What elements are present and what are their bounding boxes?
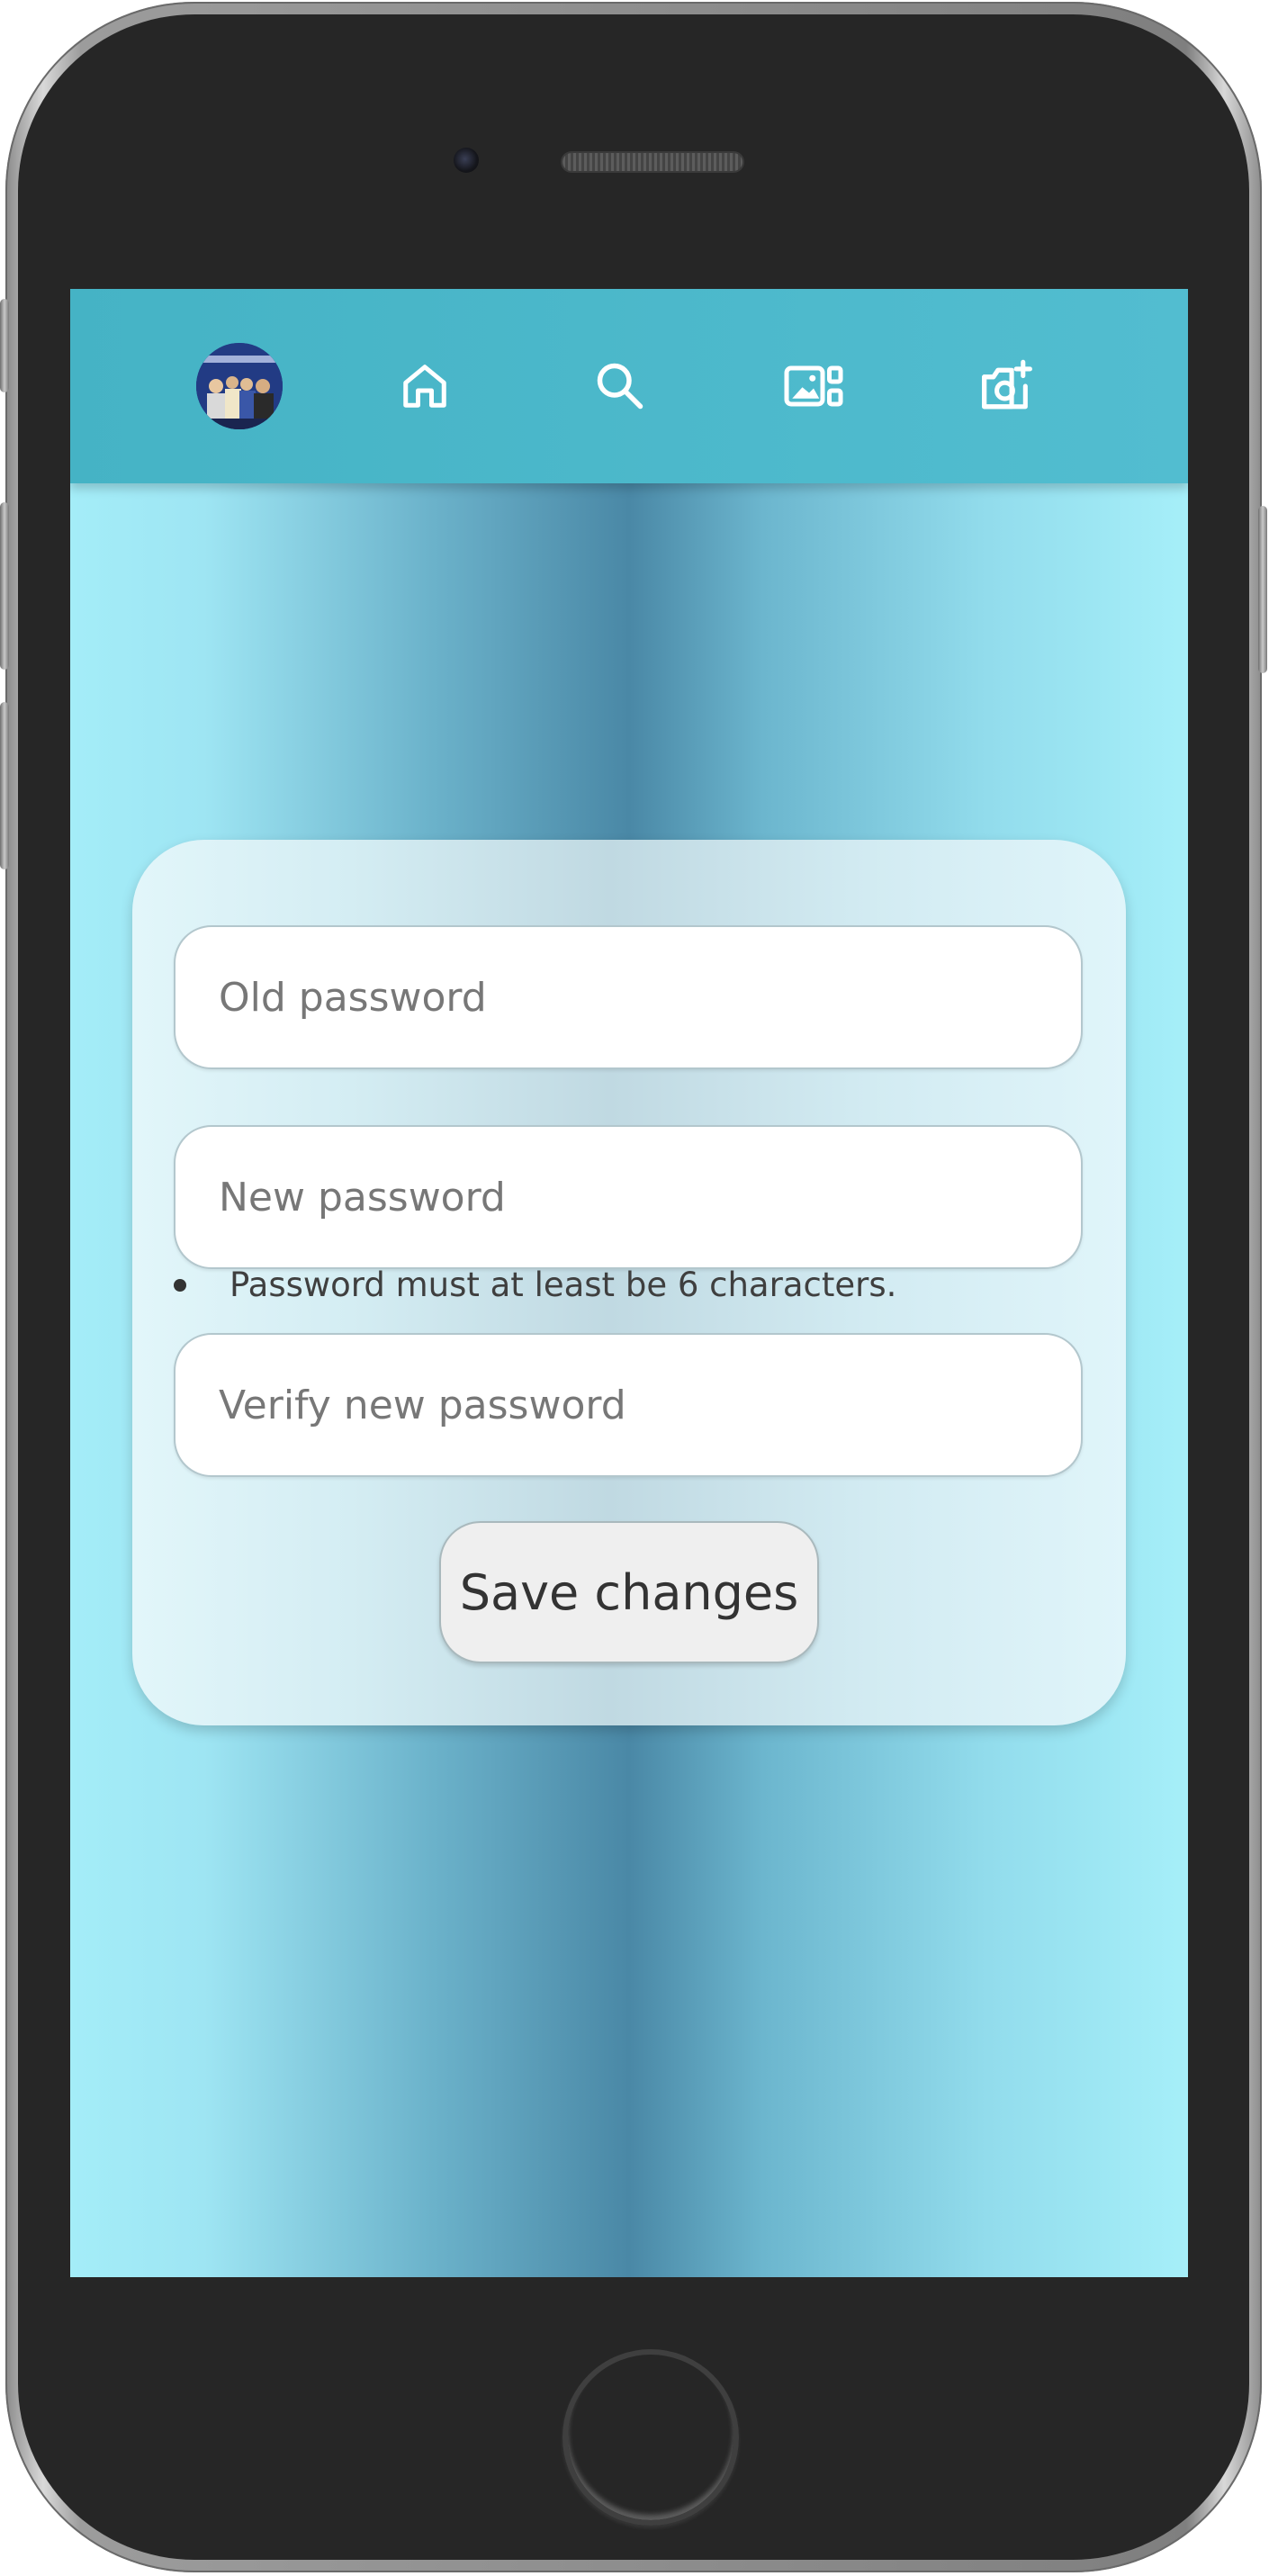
gallery-button[interactable] <box>770 343 857 429</box>
volume-up-button <box>0 502 9 670</box>
save-changes-button[interactable]: Save changes <box>439 1521 819 1663</box>
silent-switch <box>0 299 9 392</box>
new-password-input[interactable] <box>174 1125 1083 1269</box>
add-photo-icon <box>982 359 1032 410</box>
gallery-icon <box>784 365 843 407</box>
change-password-card: Password must at least be 6 characters. … <box>132 840 1126 1725</box>
password-hint-text: Password must at least be 6 characters. <box>230 1265 897 1304</box>
verify-password-input[interactable] <box>174 1333 1083 1477</box>
app-screen: Password must at least be 6 characters. … <box>70 289 1188 2277</box>
front-camera <box>454 148 479 173</box>
search-icon <box>597 363 644 410</box>
old-password-input[interactable] <box>174 925 1083 1069</box>
volume-down-button <box>0 702 9 869</box>
bullet-icon <box>174 1278 186 1292</box>
add-photo-button[interactable] <box>964 343 1050 429</box>
avatar-photo <box>196 343 283 429</box>
password-requirement-hint: Password must at least be 6 characters. <box>174 1265 896 1304</box>
search-button[interactable] <box>577 343 663 429</box>
home-icon <box>403 365 446 408</box>
earpiece-speaker <box>562 153 742 171</box>
home-button[interactable] <box>382 343 468 429</box>
power-button <box>1258 506 1267 673</box>
home-hardware-button[interactable] <box>562 2349 739 2526</box>
top-navbar <box>70 289 1188 483</box>
profile-avatar[interactable] <box>196 343 283 429</box>
